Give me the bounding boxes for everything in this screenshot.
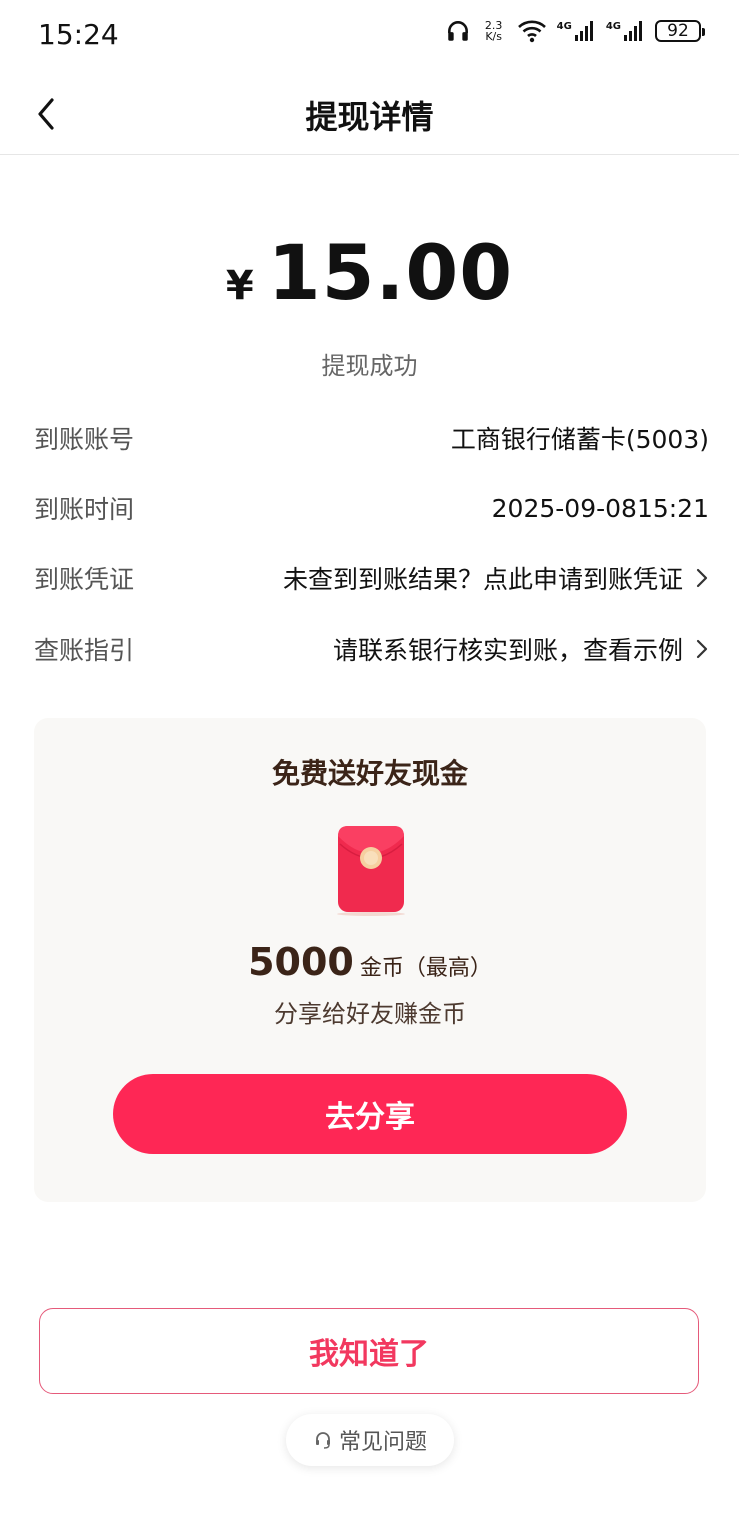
amount-display: ¥ 15.00	[0, 228, 739, 317]
faq-button[interactable]: 常见问题	[286, 1414, 454, 1466]
signal-icon: 4G	[606, 20, 645, 42]
battery-level: 92	[667, 21, 689, 41]
signal-icon: 4G	[557, 20, 596, 42]
status-bar: 15:24 2.3 K/s 4G 4G 92	[0, 0, 739, 72]
red-envelope-icon	[336, 826, 406, 916]
detail-row-guide[interactable]: 查账指引 请联系银行核实到账，查看示例	[34, 629, 709, 669]
detail-label: 查账指引	[34, 636, 135, 665]
promo-subtitle: 分享给好友赚金币	[274, 1000, 466, 1028]
status-icons: 2.3 K/s 4G 4G 92	[445, 18, 705, 44]
detail-value: 2025-09-0815:21	[491, 493, 709, 523]
signal-1-label: 4G	[556, 21, 572, 32]
share-promo-card: 免费送好友现金 5000 金币（最高） 分享给好友赚金币 去分享	[34, 718, 706, 1202]
detail-value: 请联系银行核实到账，查看示例	[332, 636, 683, 665]
guide-link[interactable]: 请联系银行核实到账，查看示例	[333, 631, 709, 667]
currency-symbol: ¥	[225, 263, 254, 309]
network-speed: 2.3 K/s	[481, 20, 507, 42]
page-title: 提现详情	[305, 98, 434, 136]
battery-icon: 92	[655, 20, 705, 42]
share-button[interactable]: 去分享	[113, 1074, 627, 1154]
detail-row-account: 到账账号 工商银行储蓄卡(5003)	[34, 418, 709, 458]
withdraw-amount: 15.00	[267, 228, 514, 317]
promo-title: 免费送好友现金	[271, 757, 468, 790]
voucher-link[interactable]: 未查到到账结果？点此申请到账凭证	[283, 560, 709, 596]
headset-icon	[315, 1432, 330, 1449]
detail-row-time: 到账时间 2025-09-0815:21	[34, 488, 709, 528]
confirm-button[interactable]: 我知道了	[39, 1308, 699, 1394]
detail-label: 到账账号	[34, 425, 135, 454]
coin-reward: 5000 金币（最高）	[34, 940, 706, 984]
network-speed-unit: K/s	[485, 30, 502, 43]
coin-unit: 金币（最高）	[359, 956, 492, 981]
signal-2-label: 4G	[605, 21, 621, 32]
detail-row-voucher[interactable]: 到账凭证 未查到到账结果？点此申请到账凭证	[34, 558, 709, 598]
chevron-right-icon	[696, 568, 708, 588]
detail-label: 到账凭证	[34, 565, 135, 594]
nav-bar: 提现详情	[0, 72, 739, 155]
withdraw-status: 提现成功	[321, 352, 418, 380]
detail-value: 工商银行储蓄卡(5003)	[450, 425, 709, 454]
coin-amount: 5000	[248, 940, 354, 984]
status-time: 15:24	[38, 18, 119, 51]
wifi-icon	[517, 19, 547, 43]
detail-label: 到账时间	[34, 495, 135, 524]
chevron-right-icon	[696, 639, 708, 659]
detail-value: 未查到到账结果？点此申请到账凭证	[282, 565, 683, 594]
headphones-icon	[445, 18, 471, 44]
faq-label: 常见问题	[338, 1430, 427, 1455]
